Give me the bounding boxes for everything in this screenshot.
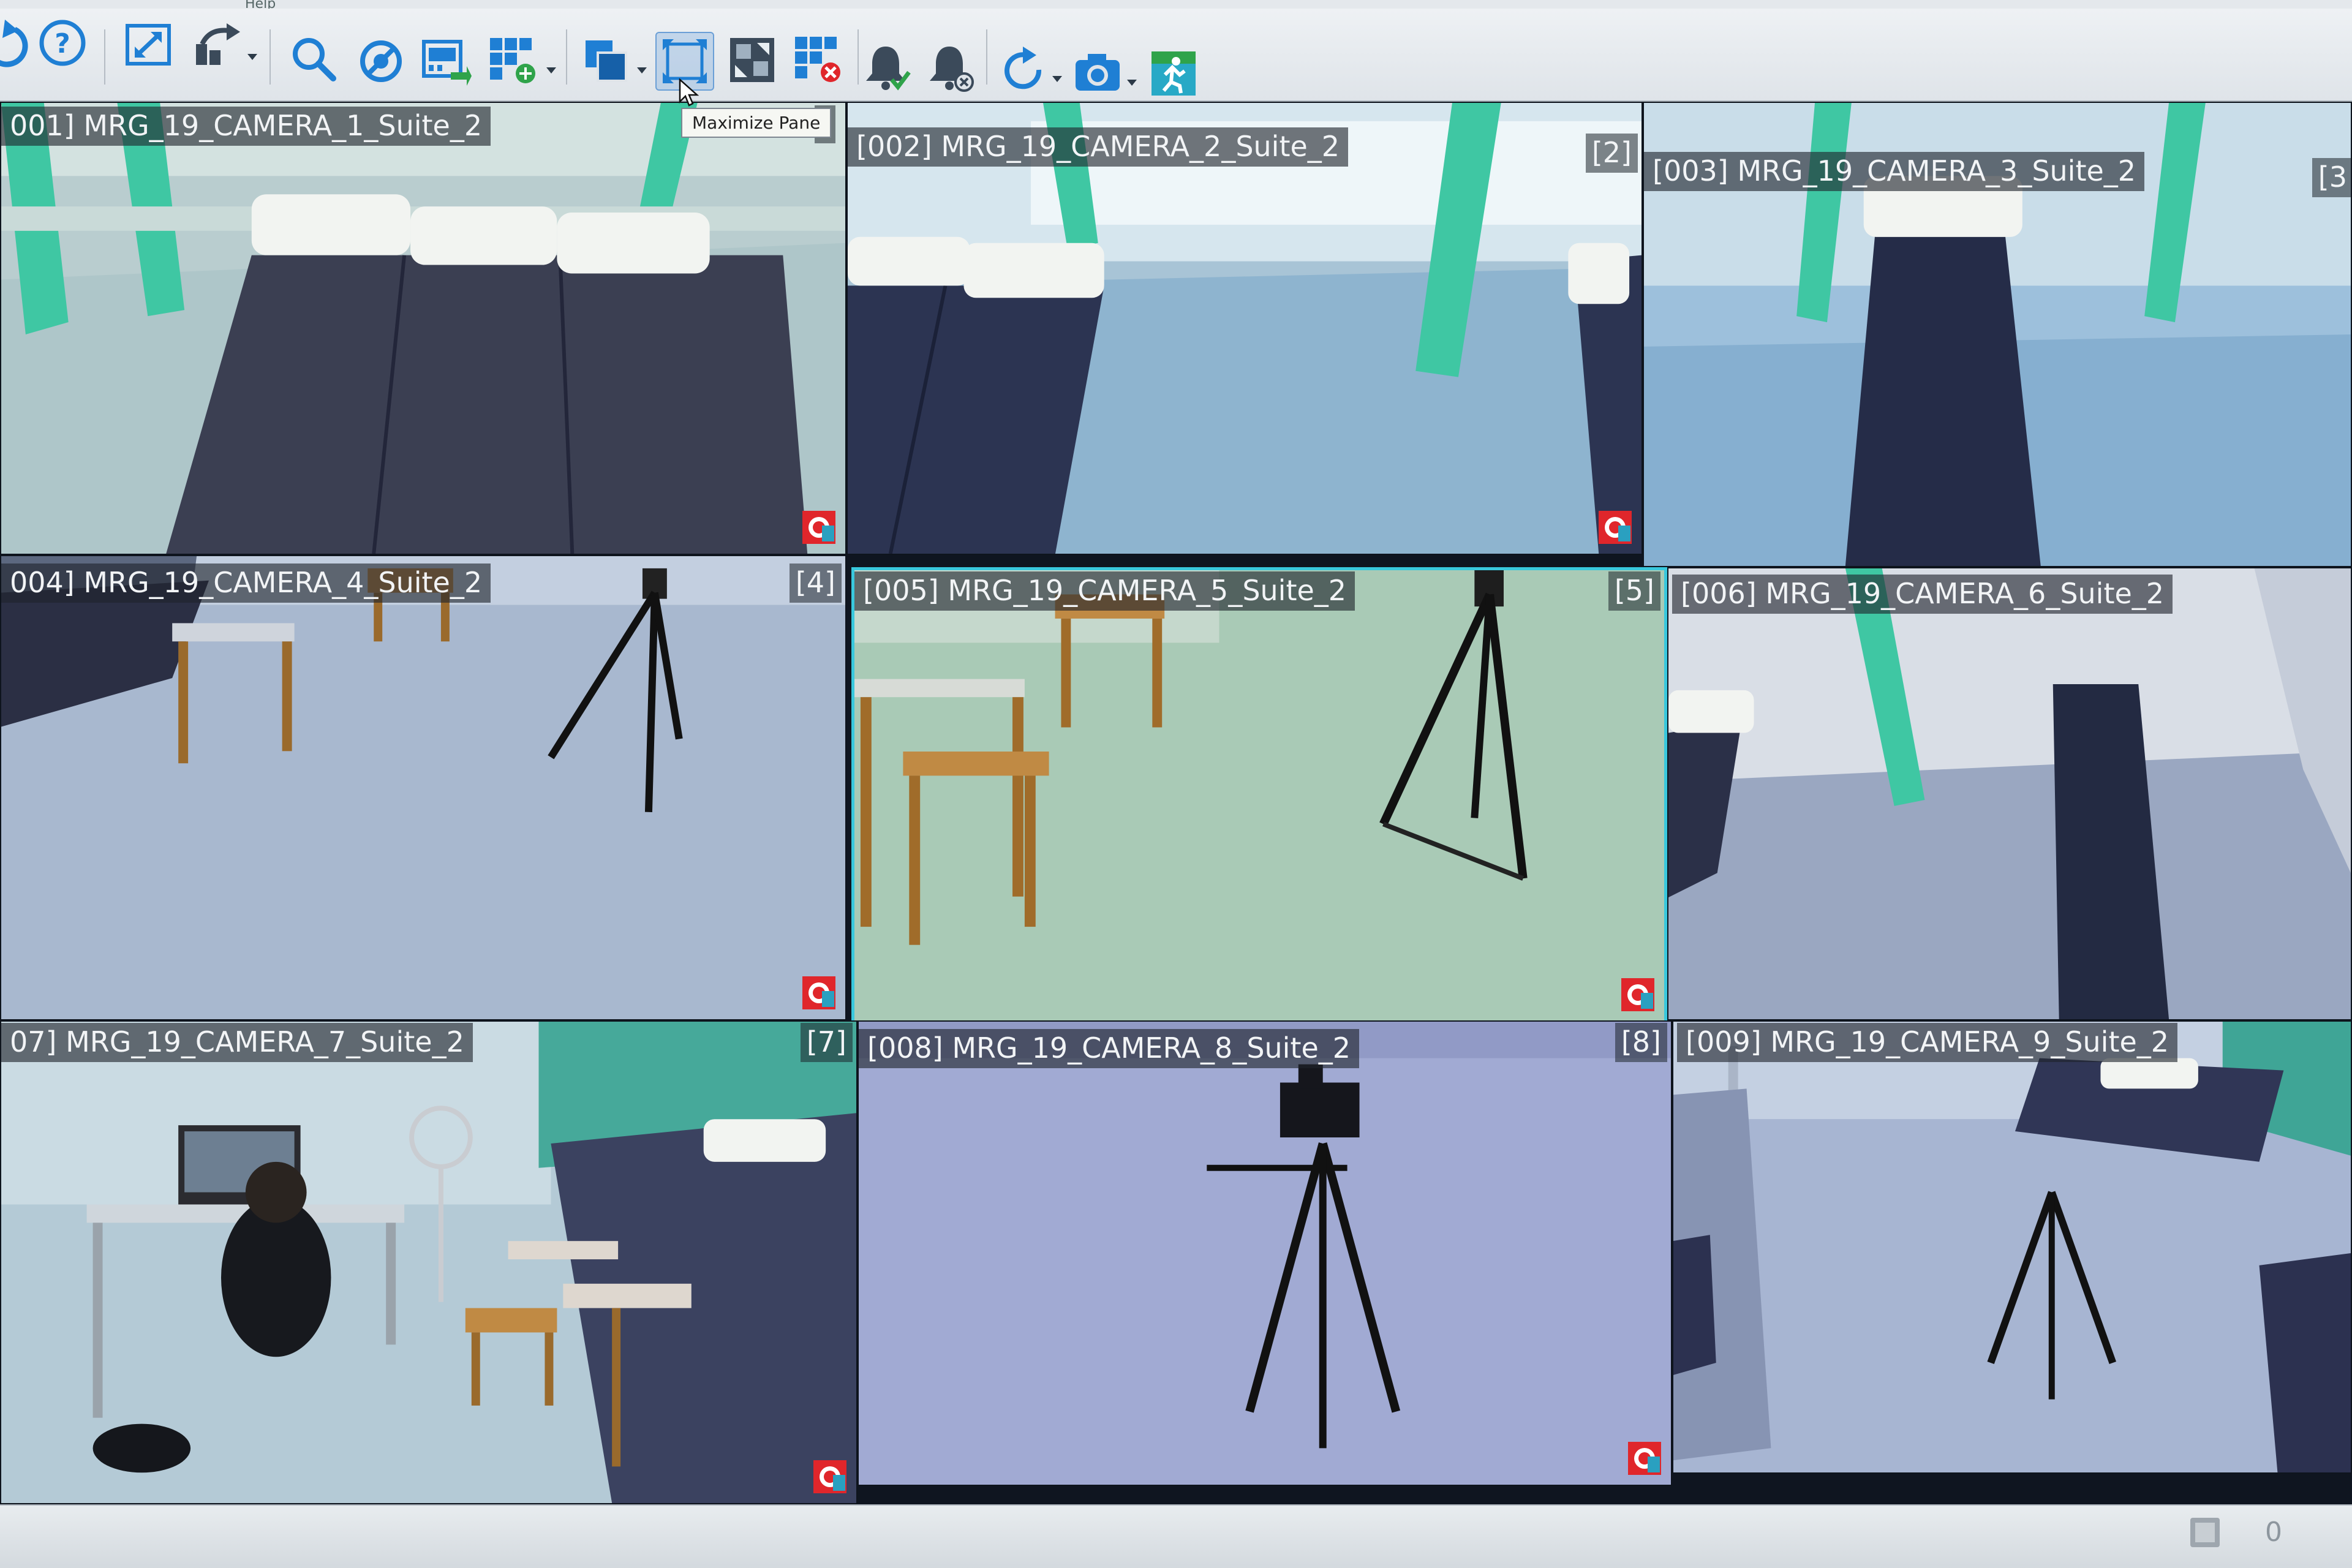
add-layout-dropdown[interactable] <box>546 67 556 74</box>
disable-icon[interactable] <box>353 33 409 89</box>
camera-feed-8 <box>859 1022 1671 1485</box>
add-layout-icon[interactable] <box>485 33 541 89</box>
pane-title: [009] MRG_19_CAMERA_9_Suite_2 <box>1677 1023 2178 1062</box>
vms-client-window: Help ? Maximize Pane 001] MRG_19_CAMERA_… <box>0 0 2352 1568</box>
camera-pane-5[interactable]: [005] MRG_19_CAMERA_5_Suite_2 [5] <box>851 567 1667 1024</box>
pane-index: [2] <box>1585 134 1638 173</box>
camera-feed-7 <box>1 1022 856 1503</box>
forward-share-dropdown[interactable] <box>247 54 257 60</box>
forward-share-icon[interactable] <box>189 17 245 74</box>
camera-pane-1[interactable]: 001] MRG_19_CAMERA_1_Suite_2 <box>0 102 846 555</box>
swap-pane-icon[interactable] <box>724 32 780 88</box>
toolbar-separator <box>270 29 271 85</box>
camera-feed-4 <box>1 556 845 1019</box>
fullscreen-icon[interactable] <box>120 17 176 74</box>
search-icon[interactable] <box>285 31 342 87</box>
camera-pane-7[interactable]: 07] MRG_19_CAMERA_7_Suite_2 [7] <box>0 1020 858 1504</box>
recording-indicator-icon <box>813 1460 846 1493</box>
refresh-icon[interactable] <box>996 43 1052 99</box>
recording-indicator-icon <box>1628 1442 1661 1475</box>
recording-indicator-icon <box>802 976 835 1009</box>
alarm-clear-icon[interactable] <box>921 39 978 96</box>
maximize-pane-tooltip: Maximize Pane <box>681 108 832 138</box>
alarm-ack-icon[interactable] <box>858 39 914 96</box>
refresh-dropdown[interactable] <box>1052 76 1062 82</box>
mouse-cursor-icon <box>679 78 699 107</box>
recording-indicator-icon <box>1599 511 1632 544</box>
camera-pane-4[interactable]: 004] MRG_19_CAMERA_4_Suite_2 [4] <box>0 555 846 1020</box>
pane-title: [002] MRG_19_CAMERA_2_Suite_2 <box>848 127 1349 167</box>
film-export-icon[interactable] <box>418 33 474 89</box>
toolbar-separator <box>986 29 987 85</box>
camera-feed-5 <box>854 570 1664 1021</box>
svg-text:?: ? <box>55 28 70 59</box>
snapshot-dropdown[interactable] <box>1127 80 1137 86</box>
pane-title: [003] MRG_19_CAMERA_3_Suite_2 <box>1644 152 2145 191</box>
camera-feed-1 <box>1 103 845 554</box>
pane-title: [008] MRG_19_CAMERA_8_Suite_2 <box>859 1029 1360 1068</box>
menubar: Help <box>0 0 2352 12</box>
camera-pane-9[interactable]: [009] MRG_19_CAMERA_9_Suite_2 <box>1672 1020 2352 1474</box>
pane-index: [3 <box>2312 158 2351 197</box>
camera-grid: 001] MRG_19_CAMERA_1_Suite_2 ] [002] MR <box>0 102 2352 1504</box>
toolbar: ? <box>0 9 2352 102</box>
recording-indicator-icon <box>1621 978 1654 1011</box>
camera-feed-6 <box>1668 568 2351 1019</box>
pane-index: [8] <box>1615 1023 1667 1062</box>
pane-index: [7] <box>800 1023 853 1062</box>
toolbar-separator <box>566 29 567 85</box>
camera-pane-6[interactable]: [006] MRG_19_CAMERA_6_Suite_2 <box>1667 567 2352 1020</box>
pane-title: [005] MRG_19_CAMERA_5_Suite_2 <box>854 571 1355 611</box>
layer-copy-dropdown[interactable] <box>637 67 647 74</box>
camera-feed-9 <box>1673 1022 2351 1472</box>
pane-index: [5] <box>1608 571 1660 611</box>
remove-layout-icon[interactable] <box>790 32 846 88</box>
layer-copy-icon[interactable] <box>578 33 635 89</box>
pane-title: 004] MRG_19_CAMERA_4_Suite_2 <box>1 564 491 603</box>
toolbar-separator <box>104 29 105 85</box>
status-bar: 0 <box>0 1504 2352 1568</box>
recording-indicator-icon <box>802 511 835 544</box>
alarm-status-icon[interactable] <box>2187 1514 2223 1551</box>
back-icon[interactable] <box>0 15 32 71</box>
pane-title: 07] MRG_19_CAMERA_7_Suite_2 <box>1 1023 473 1062</box>
camera-pane-8[interactable]: [008] MRG_19_CAMERA_8_Suite_2 [8] <box>858 1020 1672 1486</box>
pane-index: [4] <box>789 564 842 603</box>
snapshot-camera-icon[interactable] <box>1069 44 1126 100</box>
pane-title: [006] MRG_19_CAMERA_6_Suite_2 <box>1672 575 2173 614</box>
camera-pane-2[interactable]: [002] MRG_19_CAMERA_2_Suite_2 [2] <box>846 102 1643 555</box>
runner-icon[interactable] <box>1145 45 1202 102</box>
help-icon[interactable]: ? <box>34 15 91 71</box>
pane-title: 001] MRG_19_CAMERA_1_Suite_2 <box>1 107 491 146</box>
status-count: 0 <box>2265 1517 2282 1548</box>
camera-pane-3[interactable]: [003] MRG_19_CAMERA_3_Suite_2 [3 <box>1643 102 2352 567</box>
camera-feed-2 <box>848 103 1642 554</box>
